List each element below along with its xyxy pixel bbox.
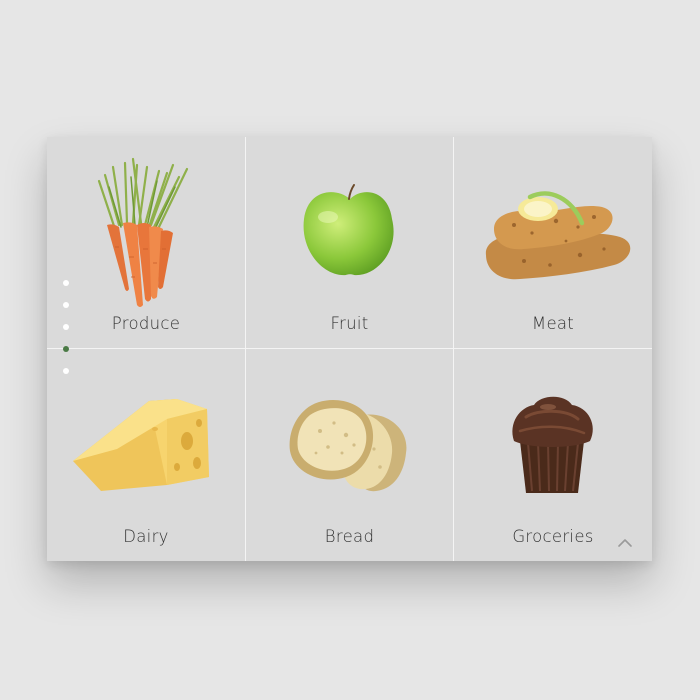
category-grid: Produce Fruit Meat Dairy Bread Groceries [47,137,652,561]
category-tile-meat[interactable]: Meat [454,137,652,348]
category-label-fruit: Fruit [330,314,369,333]
pagination-dot[interactable] [63,368,69,374]
grid-divider [47,348,652,349]
category-tile-groceries[interactable]: Groceries [454,349,652,561]
category-tile-bread[interactable]: Bread [246,349,453,561]
category-label-produce: Produce [111,314,181,333]
category-label-meat: Meat [531,314,575,333]
grid-divider [453,137,454,561]
pagination-dots [63,280,73,380]
category-tile-fruit[interactable]: Fruit [246,137,453,348]
grid-divider [245,137,246,561]
category-tile-dairy[interactable]: Dairy [47,349,245,561]
chevron-up-icon[interactable] [617,536,633,548]
category-tile-produce[interactable]: Produce [47,137,245,348]
category-label-dairy: Dairy [123,527,169,546]
pagination-dot[interactable] [63,280,69,286]
pagination-dot[interactable] [63,324,69,330]
category-label-bread: Bread [324,527,375,546]
pagination-dot-active[interactable] [63,346,69,352]
pagination-dot[interactable] [63,302,69,308]
